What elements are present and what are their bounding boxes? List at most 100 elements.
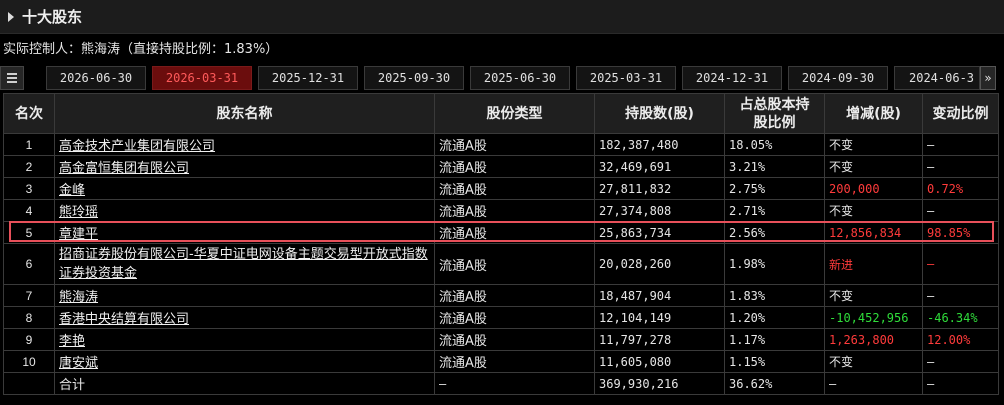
cell-change-shares: 不变 [824,199,923,222]
cell-rank: 1 [3,133,55,156]
cell-share-type: 流通A股 [434,328,595,351]
shareholder-link[interactable]: 招商证券股份有限公司-华夏中证电网设备主题交易型开放式指数证券投资基金 [59,247,428,281]
table-total-row: 合计 —369,930,216 36.62% — — [3,372,999,395]
cell-shares-held: 20,028,260 [594,243,725,285]
cell-rank: 6 [3,243,55,285]
header-share-type[interactable]: 股份类型 [434,93,595,134]
cell-holding-ratio: 1.17% [724,328,825,351]
cell-share-type: 流通A股 [434,221,595,244]
cell-holding-ratio: 1.15% [724,350,825,373]
shareholder-link[interactable]: 高金技术产业集团有限公司 [59,139,215,154]
tab-2026-03-31[interactable]: 2026-03-31 [152,66,252,90]
tab-2024-06-3[interactable]: 2024-06-3 [894,66,980,90]
header-change-ratio[interactable]: 变动比例 [922,93,999,134]
cell-holding-ratio: 1.98% [724,243,825,285]
cell-rank [3,372,55,395]
shareholder-link[interactable]: 香港中央结算有限公司 [59,312,189,327]
shareholder-link[interactable]: 唐安斌 [59,356,98,371]
cell-rank: 4 [3,199,55,222]
expand-triangle-icon[interactable] [8,11,14,22]
table-row: 3 金峰 流通A股 27,811,832 2.75% 200,000 0.72% [3,177,999,200]
actual-controller-text: 实际控制人：熊海涛（直接持股比例：1.83%） [3,42,279,57]
cell-rank: 7 [3,284,55,307]
cell-change-shares: -10,452,956 [824,306,923,329]
cell-change-shares: 不变 [824,284,923,307]
cell-share-type: 流通A股 [434,199,595,222]
header-rank[interactable]: 名次 [3,93,55,134]
cell-change-shares: 1,263,800 [824,328,923,351]
cell-change-ratio: — [922,155,999,178]
cell-shareholder-name: 金峰 [54,177,435,200]
cell-shares-held: 369,930,216 [594,372,725,395]
top-ten-shareholders-table: 名次 股东名称 股份类型 持股数(股) 占总股本持股比例 增减(股) 变动比例 … [3,93,999,395]
tab-2024-12-31[interactable]: 2024-12-31 [682,66,782,90]
cell-rank: 5 [3,221,55,244]
cell-shares-held: 25,863,734 [594,221,725,244]
tab-2025-03-31[interactable]: 2025-03-31 [576,66,676,90]
cell-shareholder-name: 高金技术产业集团有限公司 [54,133,435,156]
cell-change-ratio: — [922,372,999,395]
shareholder-link[interactable]: 熊玲瑶 [59,205,98,220]
cell-change-ratio: -46.34% [922,306,999,329]
cell-share-type: 流通A股 [434,155,595,178]
cell-holding-ratio: 2.56% [724,221,825,244]
cell-change-ratio: — [922,133,999,156]
cell-holding-ratio: 1.20% [724,306,825,329]
cell-shares-held: 12,104,149 [594,306,725,329]
cell-total-label: 合计 [54,372,435,395]
section-header[interactable]: 十大股东 [0,0,1004,34]
cell-shareholder-name: 李艳 [54,328,435,351]
period-tabbar: 2026-06-30 2026-03-31 2025-12-31 2025-09-30… [0,66,1004,90]
cell-shareholder-name: 熊海涛 [54,284,435,307]
header-holding-ratio[interactable]: 占总股本持股比例 [724,93,825,134]
cell-change-shares: 新进 [824,243,923,285]
shareholder-link[interactable]: 高金富恒集团有限公司 [59,161,189,176]
cell-rank: 2 [3,155,55,178]
cell-change-shares: 不变 [824,155,923,178]
cell-holding-ratio: 36.62% [724,372,825,395]
cell-holding-ratio: 2.75% [724,177,825,200]
tab-2025-09-30[interactable]: 2025-09-30 [364,66,464,90]
cell-rank: 3 [3,177,55,200]
header-change-shares[interactable]: 增减(股) [824,93,923,134]
menu-list-icon[interactable] [0,66,24,90]
cell-shareholder-name: 章建平 [54,221,435,244]
cell-holding-ratio: 18.05% [724,133,825,156]
cell-shares-held: 182,387,480 [594,133,725,156]
shareholder-link[interactable]: 熊海涛 [59,290,98,305]
cell-holding-ratio: 2.71% [724,199,825,222]
cell-change-ratio: 0.72% [922,177,999,200]
tab-2025-06-30[interactable]: 2025-06-30 [470,66,570,90]
cell-shares-held: 11,605,080 [594,350,725,373]
cell-shares-held: 32,469,691 [594,155,725,178]
cell-shareholder-name: 唐安斌 [54,350,435,373]
tab-2026-06-30[interactable]: 2026-06-30 [46,66,146,90]
cell-share-type: — [434,372,595,395]
shareholder-link[interactable]: 章建平 [59,227,98,242]
header-shareholder-name[interactable]: 股东名称 [54,93,435,134]
cell-rank: 9 [3,328,55,351]
cell-change-shares: 200,000 [824,177,923,200]
cell-change-ratio: — [922,199,999,222]
table-row: 9 李艳 流通A股 11,797,278 1.17% 1,263,800 12.00% [3,328,999,351]
table-row: 5 章建平 流通A股 25,863,734 2.56% 12,856,834 98.85% [3,221,999,244]
tab-2025-12-31[interactable]: 2025-12-31 [258,66,358,90]
cell-change-shares: 不变 [824,350,923,373]
table-row: 6 招商证券股份有限公司-华夏中证电网设备主题交易型开放式指数证券投资基金 流通A股… [3,243,999,285]
cell-share-type: 流通A股 [434,306,595,329]
cell-shares-held: 27,811,832 [594,177,725,200]
table-row: 8 香港中央结算有限公司 流通A股 12,104,149 1.20% -10,452,95… [3,306,999,329]
cell-shares-held: 11,797,278 [594,328,725,351]
cell-holding-ratio: 3.21% [724,155,825,178]
shareholder-link[interactable]: 金峰 [59,183,85,198]
tab-2024-09-30[interactable]: 2024-09-30 [788,66,888,90]
cell-change-ratio: 12.00% [922,328,999,351]
cell-change-ratio: — [922,350,999,373]
header-shares-held[interactable]: 持股数(股) [594,93,725,134]
cell-change-shares: 12,856,834 [824,221,923,244]
cell-share-type: 流通A股 [434,350,595,373]
shareholder-link[interactable]: 李艳 [59,334,85,349]
table-row: 10 唐安斌 流通A股 11,605,080 1.15% 不变 — [3,350,999,373]
cell-share-type: 流通A股 [434,133,595,156]
double-chevron-right-icon[interactable]: » [980,66,996,90]
